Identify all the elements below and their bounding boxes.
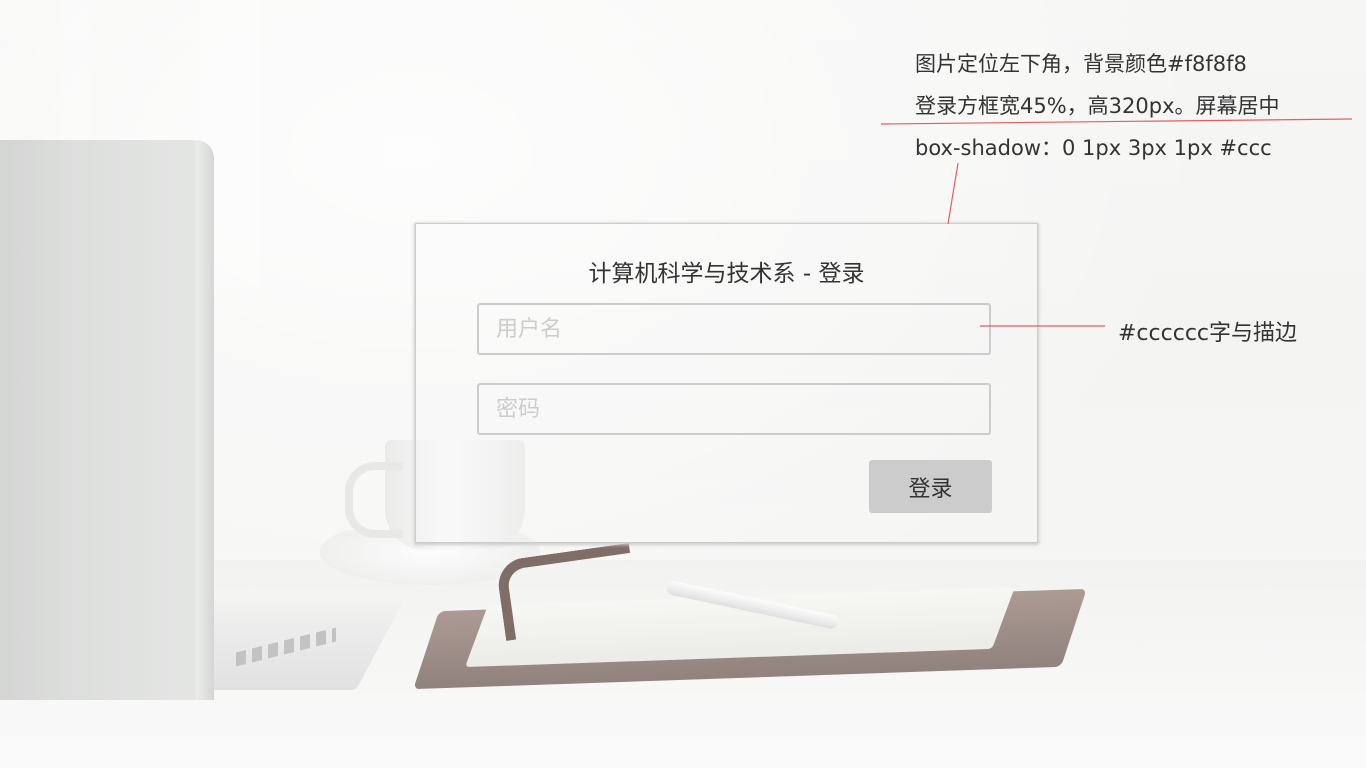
annotation-stroke-color: #cccccc字与描边 (1118, 321, 1298, 346)
annotation-box-size: 登录方框宽45%，高320px。屏幕居中 (915, 94, 1280, 118)
login-button[interactable]: 登录 (869, 460, 992, 513)
annotation-box-shadow: box-shadow：0 1px 3px 1px #ccc (915, 136, 1272, 160)
login-title: 计算机科学与技术系 - 登录 (588, 261, 865, 287)
annotation-background: 图片定位左下角，背景颜色#f8f8f8 (915, 52, 1247, 76)
username-input[interactable] (477, 303, 991, 355)
password-input[interactable] (477, 383, 991, 435)
login-box: 计算机科学与技术系 - 登录 登录 (415, 223, 1038, 543)
